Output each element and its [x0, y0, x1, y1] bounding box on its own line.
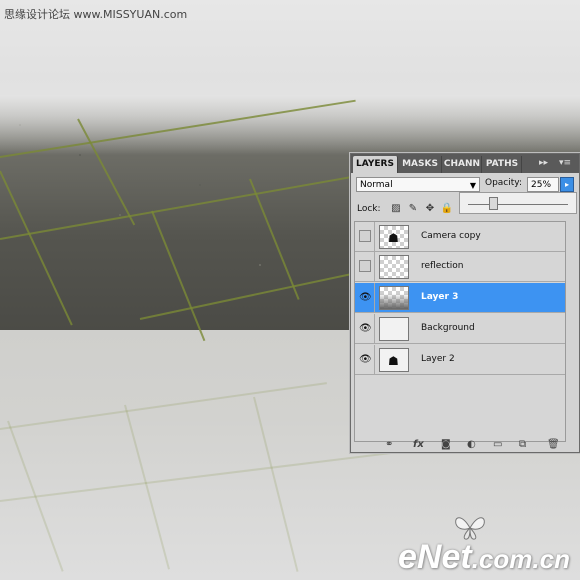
layer-thumbnail: [379, 255, 409, 279]
layer-thumbnail: ☗: [379, 348, 409, 372]
camera-icon: ☗: [388, 231, 399, 245]
visibility-toggle[interactable]: 👁: [355, 314, 375, 344]
tab-channels[interactable]: CHANN: [443, 156, 482, 173]
layer-row-background[interactable]: 👁 Background: [355, 314, 565, 344]
lock-label: Lock:: [357, 204, 381, 214]
enet-watermark-part1: eNet: [398, 538, 472, 576]
layers-panel: LAYERS MASKS CHANN PATHS ▸▸ ▾≡ Normal ▼ …: [350, 153, 580, 453]
layer-thumbnail: ☗: [379, 225, 409, 249]
lock-all-icon[interactable]: 🔒: [440, 202, 454, 216]
opacity-label: Opacity:: [485, 178, 522, 188]
layer-name: reflection: [421, 261, 464, 271]
slider-thumb[interactable]: [489, 197, 498, 210]
photo-top-fade: [0, 95, 580, 155]
dropdown-arrow-icon: ▼: [469, 181, 476, 190]
visibility-toggle-off[interactable]: [355, 252, 375, 282]
lock-pixels-icon[interactable]: ✎: [406, 202, 420, 216]
opacity-slider-toggle-icon[interactable]: ▸: [560, 177, 574, 192]
site-watermark: 思缘设计论坛 www.MISSYUAN.com: [4, 8, 188, 21]
opacity-input[interactable]: 25%: [527, 177, 559, 192]
layer-row-layer-2[interactable]: 👁 ☗ Layer 2: [355, 345, 565, 375]
mask-icon[interactable]: ◙: [441, 439, 451, 450]
lock-transparency-icon[interactable]: ▨: [389, 202, 403, 216]
canvas: 思缘设计论坛 www.MISSYUAN.com LAYERS MASKS CHA…: [0, 0, 580, 580]
new-layer-icon[interactable]: ⧉: [519, 439, 526, 450]
tab-masks[interactable]: MASKS: [399, 156, 442, 173]
layer-thumbnail: [379, 317, 409, 341]
opacity-slider[interactable]: [459, 192, 577, 214]
enet-watermark-part2: .com.cn: [471, 544, 570, 574]
camera-icon: ☗: [388, 354, 399, 368]
panel-footer: ⚭ fx ◙ ◐ ▭ ⧉ 🗑: [351, 439, 579, 452]
adjustment-icon[interactable]: ◐: [467, 439, 476, 450]
folder-icon[interactable]: ▭: [493, 439, 502, 450]
lock-position-icon[interactable]: ✥: [423, 202, 437, 216]
fx-icon[interactable]: fx: [413, 439, 424, 450]
panel-tab-bar: LAYERS MASKS CHANN PATHS ▸▸ ▾≡: [351, 154, 579, 173]
trash-icon[interactable]: 🗑: [547, 439, 560, 450]
blend-mode-value: Normal: [360, 180, 393, 190]
layer-thumbnail: [379, 286, 409, 310]
panel-menu-icon[interactable]: ▾≡: [559, 158, 571, 168]
visibility-toggle[interactable]: 👁: [355, 283, 375, 313]
tab-paths[interactable]: PATHS: [483, 156, 522, 173]
layer-list: ☗ Camera copy reflection 👁 Layer 3 👁 Bac…: [354, 221, 566, 442]
double-chevron-icon[interactable]: ▸▸: [539, 158, 548, 168]
layer-name: Layer 2: [421, 354, 455, 364]
visibility-toggle[interactable]: 👁: [355, 345, 375, 375]
slider-track: [468, 204, 568, 205]
eye-icon: 👁: [359, 354, 372, 365]
layer-name: Layer 3: [421, 292, 459, 302]
eye-icon: 👁: [359, 323, 372, 334]
layer-row-camera-copy[interactable]: ☗ Camera copy: [355, 222, 565, 252]
link-icon[interactable]: ⚭: [385, 439, 393, 450]
tab-layers[interactable]: LAYERS: [353, 156, 398, 173]
layer-row-reflection[interactable]: reflection: [355, 252, 565, 282]
visibility-toggle-off[interactable]: [355, 222, 375, 252]
layer-row-layer-3[interactable]: 👁 Layer 3: [355, 283, 565, 313]
layer-name: Camera copy: [421, 231, 481, 241]
enet-watermark: eNet.com.cn: [398, 538, 570, 577]
layer-name: Background: [421, 323, 475, 333]
eye-icon: 👁: [359, 292, 372, 303]
blend-mode-select[interactable]: Normal ▼: [356, 177, 480, 192]
